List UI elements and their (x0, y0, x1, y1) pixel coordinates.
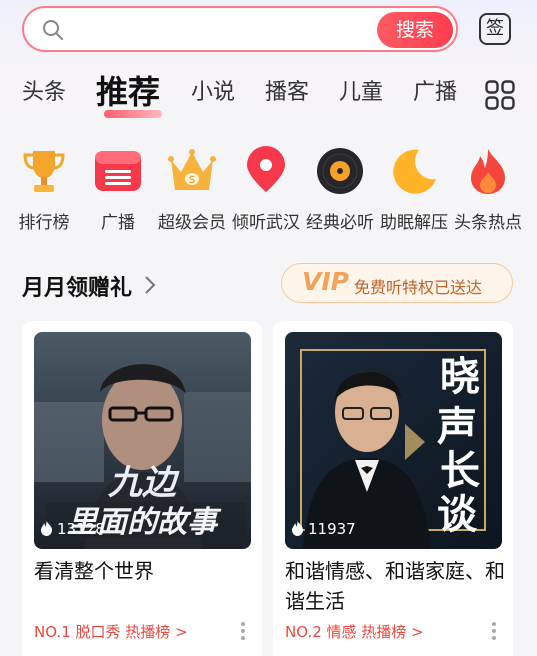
search-bar[interactable]: 搜索 (22, 6, 458, 52)
vinyl-record-icon (317, 148, 363, 194)
svg-text:S: S (189, 175, 195, 186)
more-options-icon[interactable] (491, 621, 497, 641)
quick-item-radio[interactable]: 广播 (80, 146, 156, 234)
quick-item-classics[interactable]: 经典必听 (302, 146, 378, 234)
category-tabs: 头条 推荐 小说 播客 儿童 广播 (0, 68, 537, 122)
quick-item-super-vip[interactable]: S 超级会员 (154, 146, 230, 234)
quick-item-sleep[interactable]: 助眠解压 (376, 146, 452, 234)
tab-recommended[interactable]: 推荐 (96, 70, 163, 118)
chevron-right-icon[interactable] (143, 274, 157, 296)
crown-icon: S (168, 149, 216, 190)
svg-text:声: 声 (437, 404, 477, 450)
album-cover[interactable]: 晓 声 长 谈 (285, 332, 502, 549)
quick-item-wuhan[interactable]: 倾听武汉 (228, 146, 304, 234)
tab-children[interactable]: 儿童 (339, 78, 383, 108)
play-count-fire-icon (292, 521, 303, 536)
search-button[interactable]: 搜索 (377, 12, 453, 48)
album-title[interactable]: 和谐情感、和谐家庭、和谐生活 (285, 556, 505, 616)
svg-text:谈: 谈 (437, 492, 478, 538)
album-title[interactable]: 看清整个世界 (34, 556, 254, 586)
tab-podcasts[interactable]: 播客 (265, 78, 309, 108)
search-icon (43, 20, 63, 40)
location-pin-icon (247, 146, 285, 192)
sign-in-button[interactable]: 签 (479, 13, 511, 45)
quick-access-row: 排行榜 广播 S 超级会员 倾听武汉 经典必听 助眠解压 头条热点 (0, 146, 537, 236)
section-title[interactable]: 月月领赠礼 (22, 270, 132, 302)
album-cover-art: 九边 里面的故事 (34, 332, 251, 549)
album-card[interactable]: 九边 里面的故事 13128 看清整个世界 NO.1 脱口秀 热播榜 > (22, 321, 262, 656)
play-count-value: 11937 (308, 520, 356, 538)
tab-radio[interactable]: 广播 (413, 78, 457, 108)
rank-link[interactable]: NO.2 情感 热播榜 > (285, 621, 424, 642)
vip-banner-text: 免费听特权已送达 (354, 278, 483, 297)
quick-item-hot-news[interactable]: 头条热点 (450, 146, 526, 234)
vip-privilege-banner[interactable]: VIP 免费听特权已送达 (281, 263, 513, 303)
radio-icon (95, 151, 141, 191)
flame-icon (471, 149, 505, 194)
play-count: 11937 (291, 520, 356, 538)
play-count: 13128 (40, 520, 105, 538)
album-cover-art: 晓 声 长 谈 (285, 332, 502, 549)
play-count-value: 13128 (57, 520, 105, 538)
svg-text:晓: 晓 (440, 354, 480, 400)
play-count-fire-icon (41, 521, 52, 536)
album-cover[interactable]: 九边 里面的故事 (34, 332, 251, 549)
rank-link[interactable]: NO.1 脱口秀 热播榜 > (34, 621, 188, 642)
vip-badge: VIP (302, 267, 349, 296)
moon-icon (393, 149, 436, 194)
svg-text:长: 长 (440, 448, 480, 494)
tab-novels[interactable]: 小说 (191, 78, 235, 108)
more-options-icon[interactable] (240, 621, 246, 641)
grid-menu-icon[interactable] (485, 80, 515, 110)
trophy-icon (23, 151, 65, 192)
quick-item-label: 头条热点 (454, 213, 522, 233)
tab-headlines[interactable]: 头条 (22, 78, 66, 108)
quick-item-ranking[interactable]: 排行榜 (6, 146, 82, 234)
search-input[interactable] (72, 16, 376, 46)
album-card[interactable]: 晓 声 长 谈 11937 和谐情感、和谐家庭、和谐生活 NO.2 情感 热播榜… (273, 321, 513, 656)
svg-text:九边: 九边 (107, 463, 180, 503)
